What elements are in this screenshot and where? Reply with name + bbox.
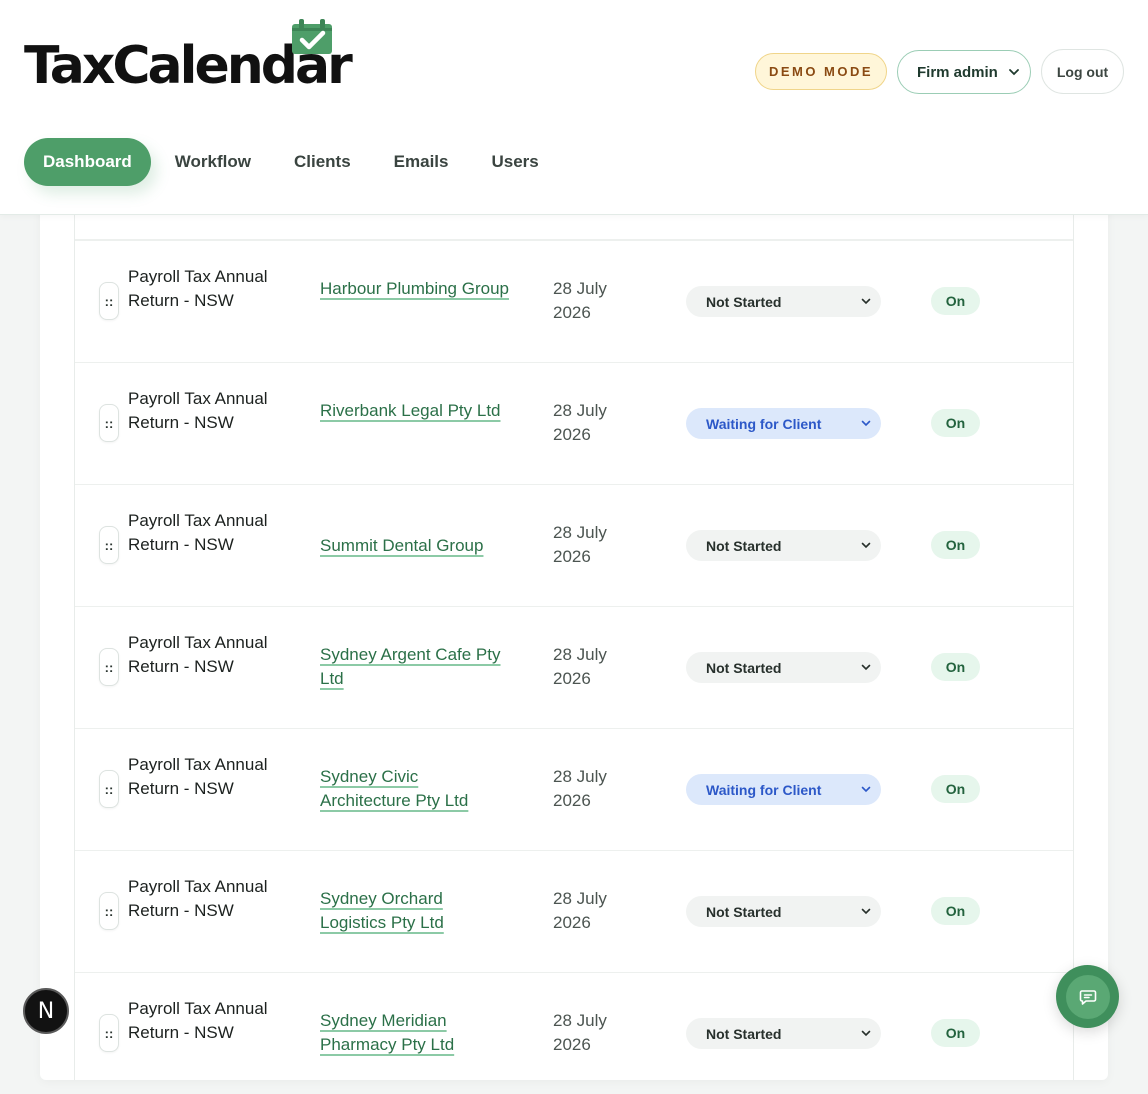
chat-icon-wrap (1065, 974, 1110, 1019)
role-select[interactable]: Firm admin (897, 50, 1031, 94)
task-name: Payroll Tax Annual Return - NSW (128, 633, 268, 676)
drag-handle-icon[interactable]: :: (99, 1014, 119, 1052)
dev-tools-badge[interactable]: N (23, 988, 69, 1034)
due-date: 28 July 2026 (553, 523, 607, 566)
taxcalendar-logo[interactable]: TaxCalendar (22, 18, 353, 128)
due-date: 28 July 2026 (553, 401, 607, 444)
task-name: Payroll Tax Annual Return - NSW (128, 755, 268, 798)
client-link[interactable]: Sydney Meridian Pharmacy Pty Ltd (320, 1009, 510, 1057)
task-name: Payroll Tax Annual Return - NSW (128, 267, 268, 310)
main-nav: Dashboard Workflow Clients Emails Users (19, 134, 563, 190)
drag-handle-icon[interactable]: :: (99, 404, 119, 442)
status-select[interactable]: Not Started (686, 1018, 881, 1049)
reminder-toggle[interactable]: On (931, 1019, 980, 1047)
nav-workflow[interactable]: Workflow (156, 138, 270, 186)
status-select-value: Not Started (706, 293, 782, 310)
chevron-down-icon (861, 664, 871, 671)
status-select-value: Not Started (706, 537, 782, 554)
chevron-down-icon (861, 420, 871, 427)
table-row: :: Payroll Tax Annual Return - NSW Riverba… (75, 362, 1073, 484)
reminder-toggle[interactable]: On (931, 409, 980, 437)
status-select[interactable]: Not Started (686, 530, 881, 561)
due-date: 28 July 2026 (553, 645, 607, 688)
chat-icon (1079, 989, 1096, 1005)
app-header: TaxCalendar DEMO MODE Firm admin Log out… (0, 0, 1148, 215)
client-link[interactable]: Sydney Civic Architecture Pty Ltd (320, 765, 510, 813)
due-date: 28 July 2026 (553, 889, 607, 932)
status-select-value: Waiting for Client (706, 415, 822, 432)
task-name: Payroll Tax Annual Return - NSW (128, 389, 268, 432)
reminder-toggle[interactable]: On (931, 897, 980, 925)
chevron-down-icon (861, 542, 871, 549)
client-link[interactable]: Harbour Plumbing Group (320, 277, 510, 301)
due-date: 28 July 2026 (553, 1011, 607, 1054)
status-select-value: Waiting for Client (706, 781, 822, 798)
role-select-value: Firm admin (917, 63, 998, 81)
reminder-toggle[interactable]: On (931, 775, 980, 803)
status-select-value: Not Started (706, 903, 782, 920)
logout-button[interactable]: Log out (1041, 49, 1124, 94)
demo-mode-badge: DEMO MODE (755, 53, 887, 90)
table-row: :: Payroll Tax Annual Return - NSW Harbour… (75, 240, 1073, 362)
chat-button[interactable] (1056, 965, 1119, 1028)
drag-handle-icon[interactable]: :: (99, 892, 119, 930)
status-select[interactable]: Waiting for Client (686, 408, 881, 439)
client-link[interactable]: Sydney Orchard Logistics Pty Ltd (320, 887, 510, 935)
task-name: Payroll Tax Annual Return - NSW (128, 511, 268, 554)
table-row: :: Payroll Tax Annual Return - NSW Sydney … (75, 728, 1073, 850)
chevron-down-icon (861, 298, 871, 305)
status-select-value: Not Started (706, 659, 782, 676)
chevron-down-icon (861, 786, 871, 793)
reminder-toggle[interactable]: On (931, 287, 980, 315)
drag-handle-icon[interactable]: :: (99, 648, 119, 686)
drag-handle-icon[interactable]: :: (99, 526, 119, 564)
reminder-toggle[interactable]: On (931, 531, 980, 559)
chevron-down-icon (861, 1030, 871, 1037)
drag-handle-icon[interactable]: :: (99, 282, 119, 320)
task-name: Payroll Tax Annual Return - NSW (128, 877, 268, 920)
task-table: :: Payroll Tax Annual Return - NSW Harbour… (74, 180, 1074, 1080)
table-row: :: Payroll Tax Annual Return - NSW Sydney … (75, 606, 1073, 728)
status-select[interactable]: Not Started (686, 652, 881, 683)
nav-users[interactable]: Users (472, 138, 557, 186)
due-date: 28 July 2026 (553, 767, 607, 810)
table-row: :: Payroll Tax Annual Return - NSWSummit … (75, 484, 1073, 606)
client-link[interactable]: Riverbank Legal Pty Ltd (320, 399, 510, 423)
reminder-toggle[interactable]: On (931, 653, 980, 681)
status-select[interactable]: Waiting for Client (686, 774, 881, 805)
client-link[interactable]: Summit Dental Group (320, 534, 510, 558)
due-date: 28 July 2026 (553, 279, 607, 322)
nav-dashboard[interactable]: Dashboard (24, 138, 151, 186)
chevron-down-icon (1009, 69, 1019, 76)
drag-handle-icon[interactable]: :: (99, 770, 119, 808)
nav-emails[interactable]: Emails (375, 138, 468, 186)
task-name: Payroll Tax Annual Return - NSW (128, 999, 268, 1042)
calendar-check-icon (292, 19, 332, 54)
nav-clients[interactable]: Clients (275, 138, 370, 186)
status-select-value: Not Started (706, 1025, 782, 1042)
status-select[interactable]: Not Started (686, 896, 881, 927)
status-select[interactable]: Not Started (686, 286, 881, 317)
chevron-down-icon (861, 908, 871, 915)
client-link[interactable]: Sydney Argent Cafe Pty Ltd (320, 643, 510, 691)
table-row: :: Payroll Tax Annual Return - NSW Sydney … (75, 850, 1073, 972)
table-row: :: Payroll Tax Annual Return - NSW Sydney … (75, 972, 1073, 1094)
